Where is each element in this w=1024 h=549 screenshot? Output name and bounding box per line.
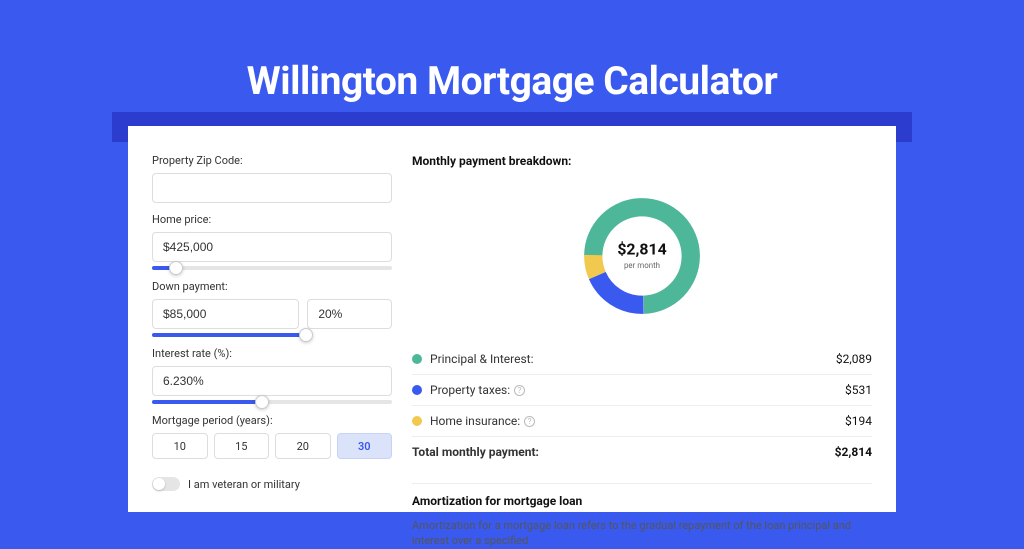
down-payment-label: Down payment: (152, 280, 392, 293)
legend-dot-blue (412, 385, 422, 395)
period-options: 10 15 20 30 (152, 433, 392, 459)
donut-chart: $2,814 per month (412, 184, 872, 332)
donut-center-sub: per month (624, 261, 660, 270)
legend-dot-green (412, 354, 422, 364)
breakdown-label-insurance: Home insurance: ? (430, 414, 845, 428)
breakdown-label-taxes-text: Property taxes: (430, 383, 510, 397)
donut-center-value: $2,814 (617, 239, 666, 258)
interest-label: Interest rate (%): (152, 347, 392, 360)
interest-slider-thumb[interactable] (255, 395, 269, 409)
period-block: Mortgage period (years): 10 15 20 30 (152, 414, 392, 459)
interest-slider[interactable] (152, 400, 392, 404)
info-icon[interactable]: ? (524, 416, 535, 427)
veteran-toggle-row: I am veteran or military (152, 477, 392, 491)
home-price-slider-thumb[interactable] (169, 261, 183, 275)
down-payment-input[interactable] (152, 299, 299, 329)
period-option-15[interactable]: 15 (214, 433, 270, 459)
breakdown-row-total: Total monthly payment: $2,814 (412, 436, 872, 467)
interest-slider-fill (152, 400, 262, 404)
breakdown-total-label: Total monthly payment: (412, 445, 835, 459)
down-payment-slider-thumb[interactable] (299, 328, 313, 342)
breakdown-label-principal: Principal & Interest: (430, 352, 836, 366)
down-payment-slider[interactable] (152, 333, 306, 337)
home-price-label: Home price: (152, 213, 392, 226)
amortization-text: Amortization for a mortgage loan refers … (412, 518, 872, 549)
period-option-30[interactable]: 30 (337, 433, 393, 459)
breakdown-value-insurance: $194 (845, 414, 872, 428)
breakdown-heading: Monthly payment breakdown: (412, 154, 872, 168)
breakdown-label-insurance-text: Home insurance: (430, 414, 520, 428)
interest-block: Interest rate (%): (152, 347, 392, 404)
breakdown-row-insurance: Home insurance: ? $194 (412, 405, 872, 436)
veteran-toggle[interactable] (152, 477, 180, 491)
period-option-20[interactable]: 20 (275, 433, 331, 459)
donut-svg: $2,814 per month (578, 192, 706, 320)
home-price-slider[interactable] (152, 266, 392, 270)
breakdown-label-taxes: Property taxes: ? (430, 383, 845, 397)
info-icon[interactable]: ? (514, 385, 525, 396)
breakdown-column: Monthly payment breakdown: $2,814 per mo… (412, 154, 872, 512)
breakdown-list: Principal & Interest: $2,089 Property ta… (412, 344, 872, 467)
page-title: Willington Mortgage Calculator (0, 0, 1024, 104)
calculator-card: Property Zip Code: Home price: Down paym… (128, 126, 896, 512)
breakdown-value-taxes: $531 (845, 383, 872, 397)
zip-input[interactable] (152, 173, 392, 203)
period-option-10[interactable]: 10 (152, 433, 208, 459)
interest-input[interactable] (152, 366, 392, 396)
down-payment-pct-input[interactable] (307, 299, 392, 329)
amortization-heading: Amortization for mortgage loan (412, 494, 872, 508)
home-price-block: Home price: (152, 213, 392, 270)
home-price-input[interactable] (152, 232, 392, 262)
period-label: Mortgage period (years): (152, 414, 392, 427)
zip-field-block: Property Zip Code: (152, 154, 392, 203)
breakdown-total-value: $2,814 (835, 445, 872, 459)
zip-label: Property Zip Code: (152, 154, 392, 167)
breakdown-row-principal: Principal & Interest: $2,089 (412, 344, 872, 374)
veteran-toggle-knob (153, 478, 165, 490)
breakdown-row-taxes: Property taxes: ? $531 (412, 374, 872, 405)
veteran-toggle-label: I am veteran or military (188, 478, 300, 491)
down-payment-slider-fill (152, 333, 306, 337)
down-payment-block: Down payment: (152, 280, 392, 337)
amortization-section: Amortization for mortgage loan Amortizat… (412, 483, 872, 549)
breakdown-value-principal: $2,089 (836, 352, 872, 366)
legend-dot-yellow (412, 416, 422, 426)
inputs-column: Property Zip Code: Home price: Down paym… (152, 154, 392, 512)
